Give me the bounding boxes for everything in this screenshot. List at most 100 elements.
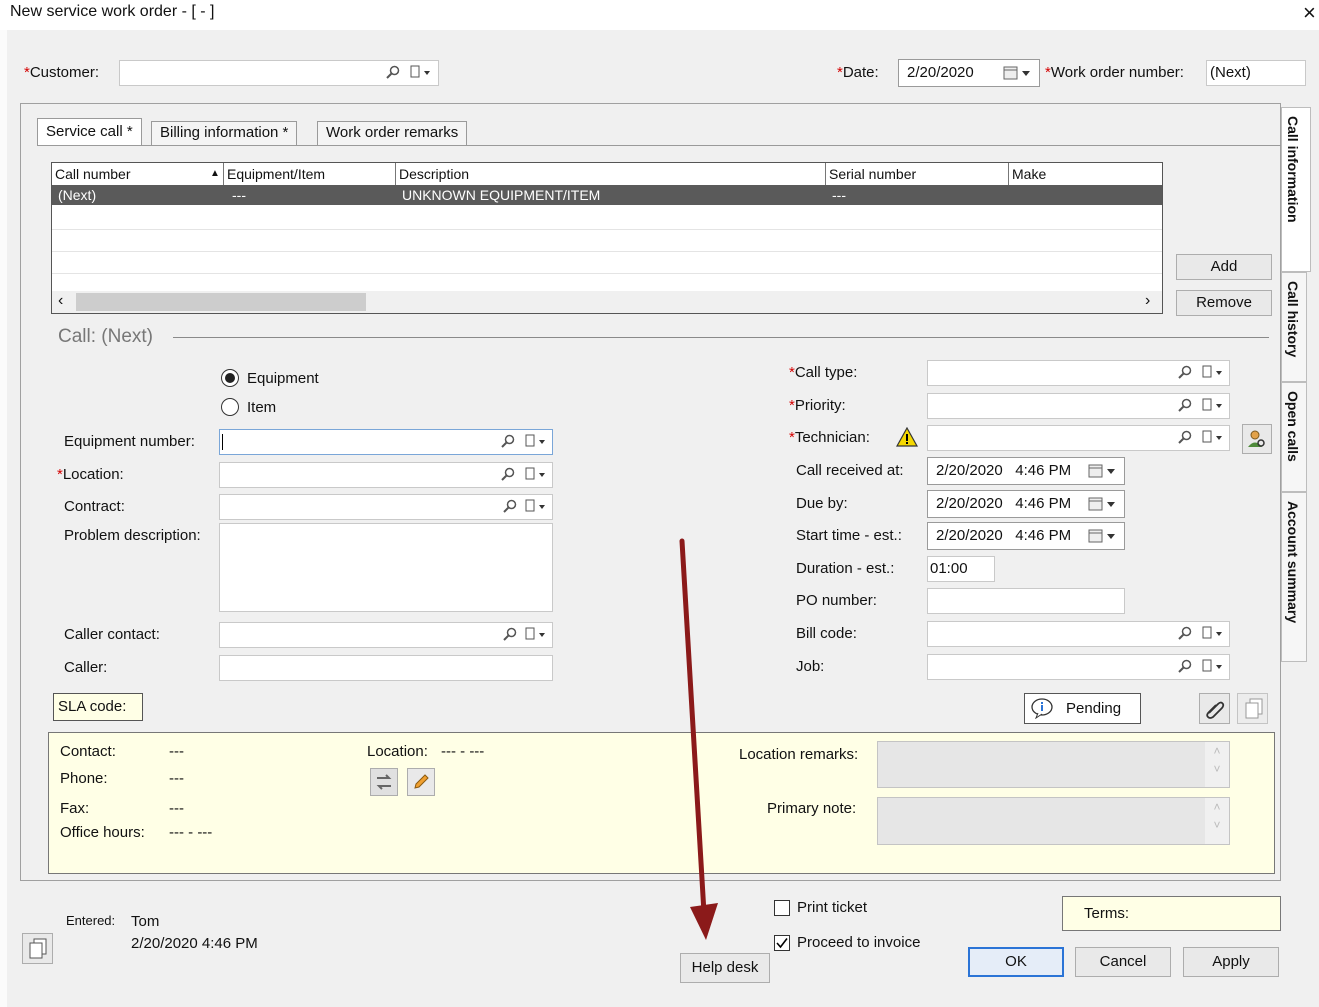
lookup-icon[interactable] bbox=[503, 499, 517, 513]
calendar-icon[interactable] bbox=[1088, 464, 1118, 478]
due-by-input[interactable]: 2/20/2020 4:46 PM bbox=[927, 490, 1125, 518]
tab-billing-information[interactable]: Billing information * bbox=[151, 121, 298, 145]
lookup-icon[interactable] bbox=[1178, 365, 1192, 379]
problem-description-label: Problem description: bbox=[64, 527, 201, 544]
column-equipment-item[interactable]: Equipment/Item bbox=[224, 163, 396, 185]
vertical-scrollbar[interactable]: ˄ ˅ bbox=[1205, 742, 1229, 787]
dropdown-icon[interactable] bbox=[410, 65, 432, 79]
side-tab-call-information[interactable]: Call information bbox=[1281, 107, 1311, 272]
print-ticket-checkbox[interactable] bbox=[774, 900, 790, 916]
dropdown-icon[interactable] bbox=[1202, 626, 1224, 640]
lookup-icon[interactable] bbox=[1178, 398, 1192, 412]
radio-item[interactable] bbox=[221, 398, 239, 416]
entered-by: Tom bbox=[131, 913, 160, 930]
ok-button[interactable]: OK bbox=[968, 947, 1064, 977]
po-number-input[interactable] bbox=[927, 588, 1125, 614]
add-button[interactable]: Add bbox=[1176, 254, 1272, 280]
notes-button[interactable] bbox=[22, 933, 53, 964]
lookup-icon[interactable] bbox=[386, 65, 400, 79]
lookup-icon[interactable] bbox=[503, 627, 517, 641]
cancel-button[interactable]: Cancel bbox=[1075, 947, 1171, 977]
fax-label: Fax: bbox=[60, 800, 90, 817]
terms-box[interactable]: Terms: bbox=[1062, 896, 1281, 931]
phone-label: Phone: bbox=[60, 770, 108, 787]
dropdown-icon[interactable] bbox=[1202, 365, 1224, 379]
problem-description-textarea[interactable] bbox=[219, 523, 553, 612]
swap-location-button[interactable] bbox=[370, 768, 398, 796]
paperclip-icon bbox=[1206, 701, 1225, 719]
calendar-icon[interactable] bbox=[1003, 66, 1033, 80]
bill-code-input[interactable] bbox=[927, 621, 1230, 647]
side-tab-call-history[interactable]: Call history bbox=[1281, 272, 1307, 382]
cell-call-number: (Next) bbox=[58, 187, 97, 203]
calendar-icon[interactable] bbox=[1088, 529, 1118, 543]
attach-button[interactable] bbox=[1199, 693, 1230, 724]
call-type-input[interactable] bbox=[927, 360, 1230, 386]
sla-code-button[interactable]: SLA code: bbox=[53, 693, 143, 721]
side-tab-account-summary[interactable]: Account summary bbox=[1281, 492, 1307, 662]
start-time-label: Start time - est.: bbox=[796, 527, 902, 544]
start-time-input[interactable]: 2/20/2020 4:46 PM bbox=[927, 522, 1125, 550]
radio-equipment-label: Equipment bbox=[247, 370, 319, 387]
help-desk-button[interactable]: Help desk bbox=[680, 953, 770, 983]
equipment-number-input[interactable] bbox=[219, 429, 553, 455]
location-info-value: --- - --- bbox=[441, 743, 485, 760]
lookup-icon[interactable] bbox=[501, 467, 515, 481]
primary-note-textarea[interactable]: ˄ ˅ bbox=[877, 797, 1230, 845]
scroll-right-icon[interactable]: › bbox=[1145, 292, 1150, 310]
dropdown-icon[interactable] bbox=[525, 467, 547, 481]
work-order-input[interactable]: (Next) bbox=[1206, 60, 1306, 86]
location-remarks-textarea[interactable]: ˄ ˅ bbox=[877, 741, 1230, 788]
duration-input[interactable]: 01:00 bbox=[927, 556, 995, 582]
caller-input[interactable] bbox=[219, 655, 553, 681]
vertical-scrollbar[interactable]: ˄ ˅ bbox=[1205, 798, 1229, 844]
calendar-icon[interactable] bbox=[1088, 497, 1118, 511]
call-received-input[interactable]: 2/20/2020 4:46 PM bbox=[927, 457, 1125, 485]
dropdown-icon[interactable] bbox=[1202, 430, 1224, 444]
job-input[interactable] bbox=[927, 654, 1230, 680]
caller-contact-input[interactable] bbox=[219, 622, 553, 648]
customer-input[interactable] bbox=[119, 60, 439, 86]
column-description[interactable]: Description bbox=[396, 163, 826, 185]
call-divider bbox=[173, 337, 1269, 338]
radio-equipment[interactable] bbox=[221, 369, 239, 387]
lookup-icon[interactable] bbox=[501, 434, 515, 448]
table-row[interactable]: (Next) --- UNKNOWN EQUIPMENT/ITEM --- bbox=[52, 185, 1162, 205]
dropdown-icon[interactable] bbox=[1202, 398, 1224, 412]
technician-input[interactable] bbox=[927, 425, 1230, 451]
tab-work-order-remarks[interactable]: Work order remarks bbox=[317, 121, 468, 145]
customer-label: *Customer: bbox=[24, 64, 100, 81]
lookup-icon[interactable] bbox=[1178, 659, 1192, 673]
cell-serial: --- bbox=[832, 187, 846, 203]
dropdown-icon[interactable] bbox=[525, 434, 547, 448]
apply-button[interactable]: Apply bbox=[1183, 947, 1279, 977]
scroll-left-icon[interactable]: ‹ bbox=[58, 292, 63, 310]
priority-input[interactable] bbox=[927, 393, 1230, 419]
column-serial-number[interactable]: Serial number bbox=[826, 163, 1009, 185]
tab-service-call[interactable]: Service call * bbox=[37, 118, 142, 146]
duration-label: Duration - est.: bbox=[796, 560, 895, 577]
contract-input[interactable] bbox=[219, 494, 553, 520]
proceed-invoice-label: Proceed to invoice bbox=[797, 934, 921, 951]
side-tab-open-calls[interactable]: Open calls bbox=[1281, 382, 1307, 492]
location-input[interactable] bbox=[219, 462, 553, 488]
lookup-icon[interactable] bbox=[1178, 430, 1192, 444]
dropdown-icon[interactable] bbox=[525, 627, 547, 641]
horizontal-scrollbar[interactable]: ‹ › bbox=[52, 291, 1162, 313]
lookup-icon[interactable] bbox=[1178, 626, 1192, 640]
remove-button[interactable]: Remove bbox=[1176, 290, 1272, 316]
copy-button[interactable] bbox=[1237, 693, 1268, 724]
date-input[interactable]: 2/20/2020 bbox=[898, 59, 1040, 87]
edit-location-button[interactable] bbox=[407, 768, 435, 796]
calls-grid[interactable]: Call number ▲ Equipment/Item Description … bbox=[51, 162, 1163, 314]
technician-search-button[interactable] bbox=[1242, 424, 1272, 454]
scroll-thumb[interactable] bbox=[76, 293, 366, 311]
priority-label: *Priority: bbox=[789, 397, 846, 414]
pending-button[interactable]: Pending bbox=[1024, 693, 1141, 724]
column-make[interactable]: Make bbox=[1009, 163, 1162, 185]
proceed-invoice-checkbox[interactable] bbox=[774, 935, 790, 951]
column-call-number[interactable]: Call number ▲ bbox=[52, 163, 224, 185]
dropdown-icon[interactable] bbox=[1202, 659, 1224, 673]
close-icon[interactable]: × bbox=[1303, 0, 1316, 26]
dropdown-icon[interactable] bbox=[525, 499, 547, 513]
